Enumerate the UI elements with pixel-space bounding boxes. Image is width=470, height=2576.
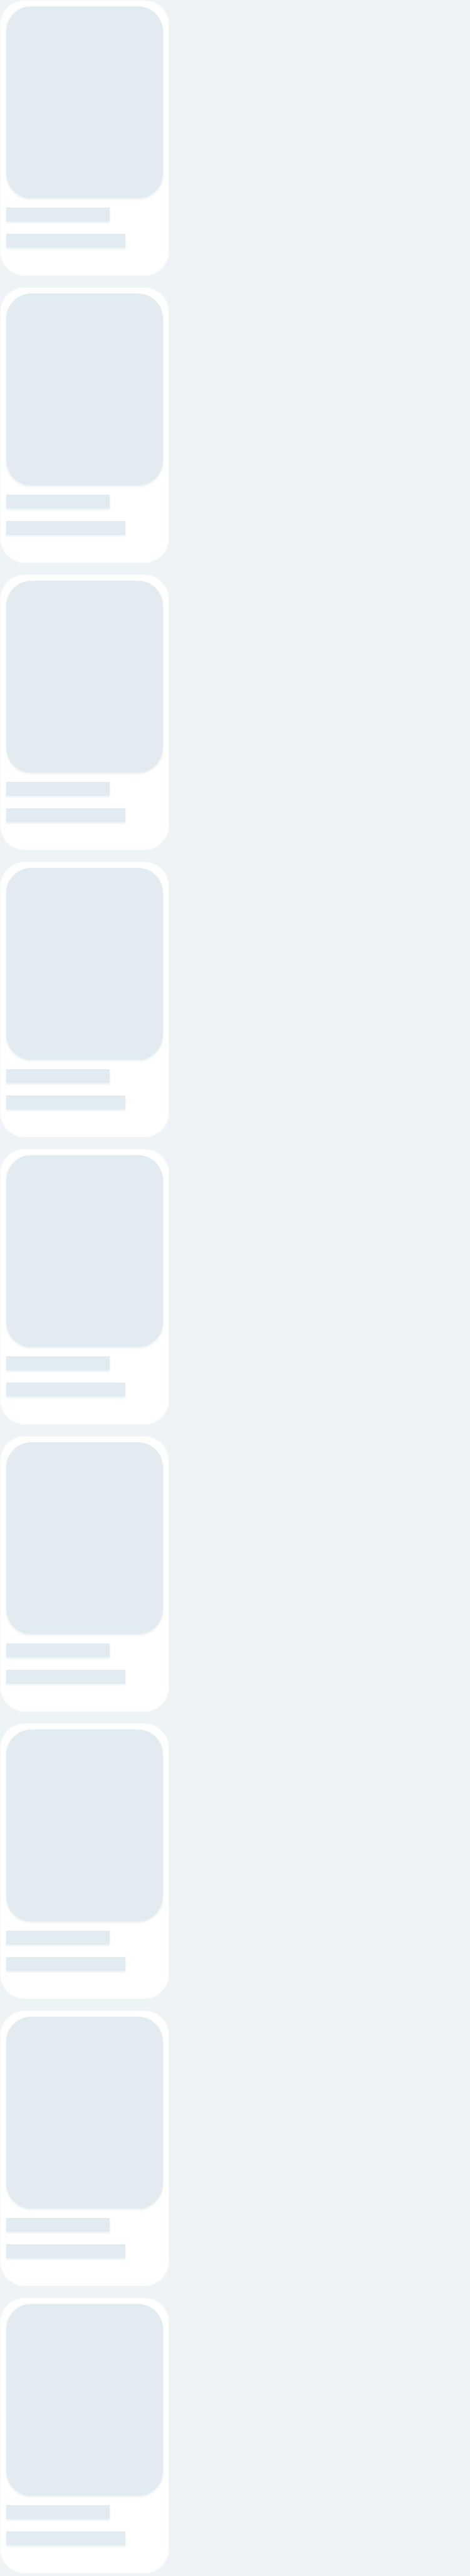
- skeleton-card: [0, 1723, 169, 1999]
- thumbnail-placeholder: [6, 293, 163, 485]
- skeleton-card: [0, 2010, 169, 2286]
- thumbnail-placeholder: [6, 2017, 163, 2209]
- skeleton-card: [0, 1149, 169, 1425]
- subtitle-placeholder: [6, 1670, 125, 1684]
- subtitle-placeholder: [6, 2244, 125, 2258]
- subtitle-placeholder: [6, 521, 125, 535]
- thumbnail-placeholder: [6, 6, 163, 198]
- skeleton-card: [0, 2298, 169, 2573]
- title-placeholder: [6, 208, 110, 221]
- skeleton-card: [0, 574, 169, 850]
- subtitle-placeholder: [6, 2531, 125, 2545]
- skeleton-card: [0, 862, 169, 1138]
- title-placeholder: [6, 1069, 110, 1083]
- title-placeholder: [6, 2218, 110, 2232]
- thumbnail-placeholder: [6, 1729, 163, 1921]
- subtitle-placeholder: [6, 808, 125, 822]
- subtitle-placeholder: [6, 1383, 125, 1396]
- title-placeholder: [6, 1644, 110, 1657]
- thumbnail-placeholder: [6, 1442, 163, 1634]
- title-placeholder: [6, 495, 110, 509]
- title-placeholder: [6, 1356, 110, 1370]
- subtitle-placeholder: [6, 1957, 125, 1971]
- thumbnail-placeholder: [6, 868, 163, 1060]
- title-placeholder: [6, 782, 110, 796]
- skeleton-card: [0, 287, 169, 563]
- skeleton-card: [0, 1436, 169, 1712]
- title-placeholder: [6, 2505, 110, 2519]
- thumbnail-placeholder: [6, 2304, 163, 2496]
- skeleton-card: [0, 0, 169, 276]
- thumbnail-placeholder: [6, 1155, 163, 1347]
- subtitle-placeholder: [6, 1095, 125, 1109]
- subtitle-placeholder: [6, 234, 125, 248]
- thumbnail-placeholder: [6, 581, 163, 773]
- title-placeholder: [6, 1931, 110, 1945]
